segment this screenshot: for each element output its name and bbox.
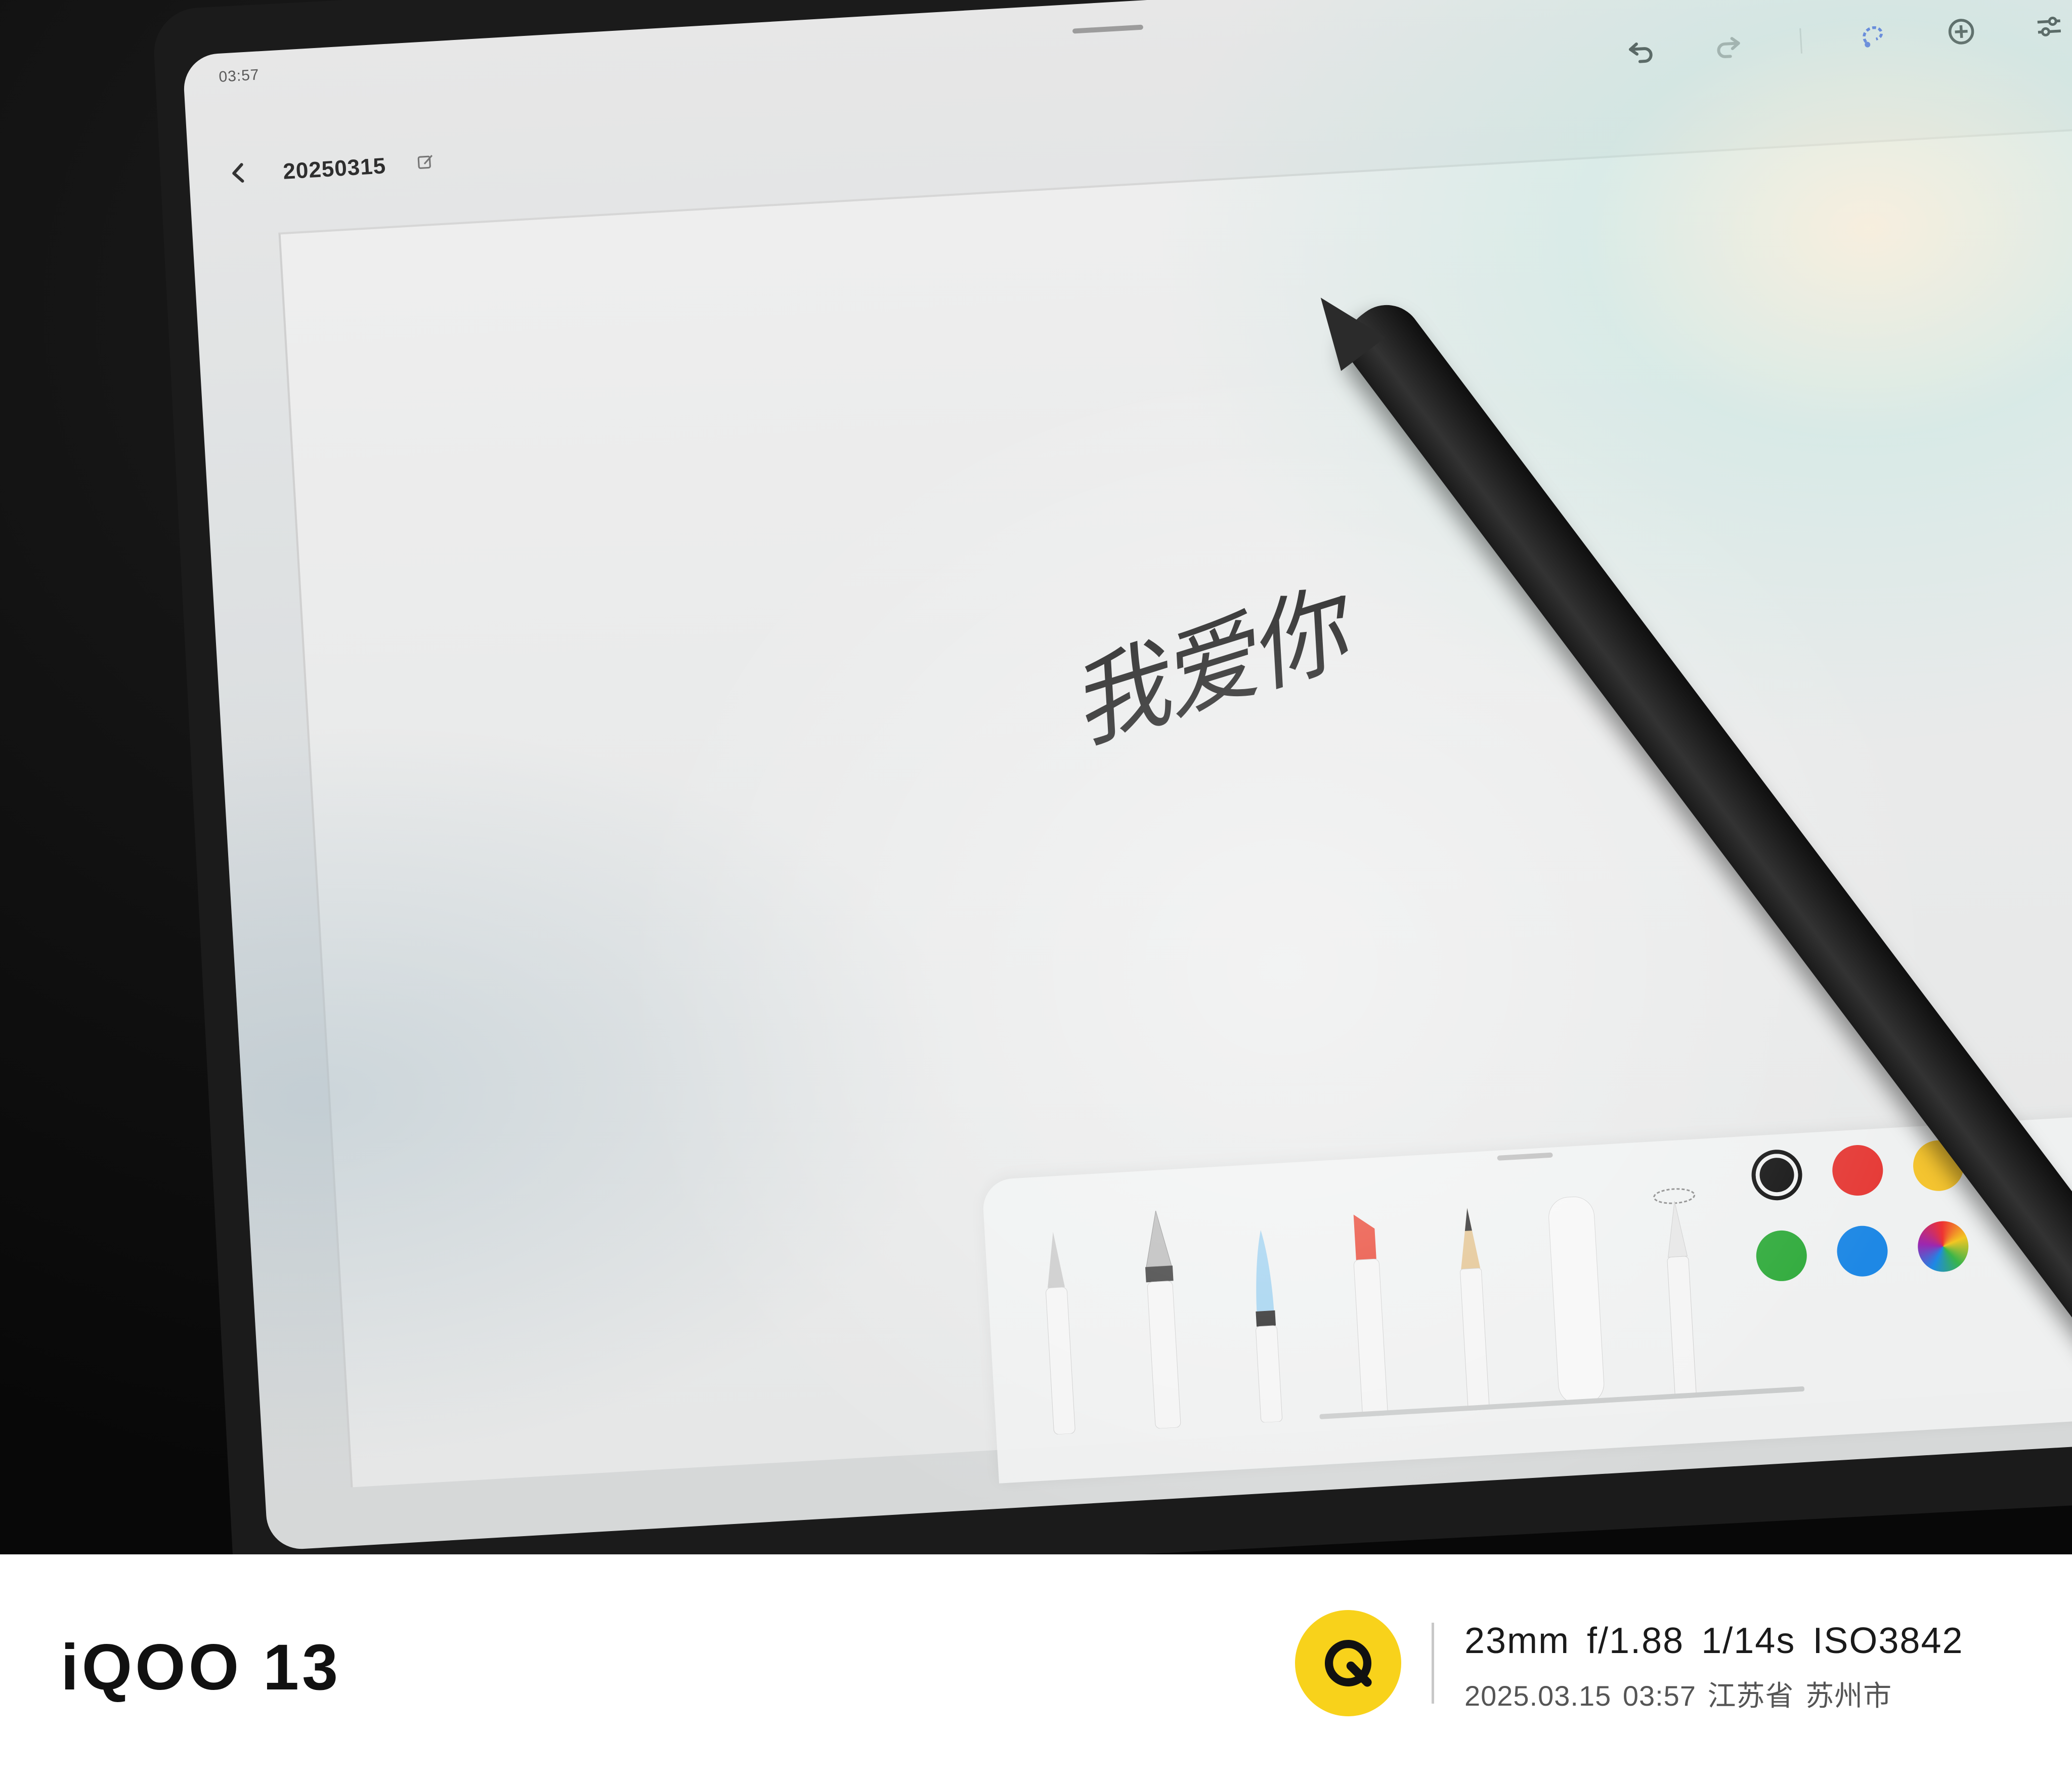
color-swatch-green[interactable] <box>1754 1229 1808 1283</box>
ballpoint-pen-tool[interactable] <box>1024 1210 1092 1436</box>
camera-brand-icon <box>1295 1610 1401 1716</box>
color-wheel-swatch[interactable] <box>1916 1219 1970 1274</box>
pen-tools <box>1024 1174 1713 1435</box>
photo: 03:57 20250315 我爱你 <box>0 0 2072 1554</box>
toolbar-separator <box>1799 28 1803 54</box>
status-time: 03:57 <box>218 66 260 86</box>
fountain-pen-tool[interactable] <box>1128 1204 1196 1430</box>
tablet-screen: 03:57 20250315 我爱你 <box>182 0 2072 1551</box>
lasso-tool[interactable] <box>1645 1174 1713 1400</box>
handwritten-text[interactable]: 我爱你 <box>1050 552 1358 768</box>
note-toolbar <box>1623 3 2067 74</box>
camera-watermark: iQOO 13 23mm f/1.88 1/14s ISO3842 2025.0… <box>0 1554 2072 1777</box>
note-title[interactable]: 20250315 <box>282 153 386 185</box>
datetime-location: 2025.03.15 03:57 江苏省 苏州市 <box>1464 1673 1892 1714</box>
chevron-left-icon[interactable] <box>224 158 253 190</box>
lasso-select-icon[interactable] <box>1857 20 1891 54</box>
window-drag-handle[interactable] <box>1072 24 1144 34</box>
color-palette <box>1750 1138 1970 1283</box>
color-swatch-blue[interactable] <box>1835 1224 1889 1278</box>
color-swatch-red[interactable] <box>1831 1144 1885 1197</box>
pen-toolbox-handle[interactable] <box>1497 1152 1553 1161</box>
undo-icon[interactable] <box>1623 33 1658 67</box>
capture-datetime: 2025.03.15 03:57 <box>1464 1680 1696 1712</box>
note-header: 20250315 <box>224 148 437 191</box>
capture-location: 江苏省 苏州市 <box>1707 1680 1892 1712</box>
color-swatch-black[interactable] <box>1750 1148 1804 1202</box>
pencil-tool[interactable] <box>1438 1186 1506 1412</box>
eraser-tool[interactable] <box>1542 1180 1610 1406</box>
pen-settings-icon[interactable] <box>2063 1131 2072 1171</box>
redo-icon[interactable] <box>1711 28 1746 62</box>
highlighter-tool[interactable] <box>1334 1192 1403 1418</box>
brush-pen-tool[interactable] <box>1231 1198 1300 1424</box>
settings-sliders-icon[interactable] <box>2032 10 2066 44</box>
brand-logo: iQOO 13 <box>61 1631 341 1704</box>
edit-title-icon[interactable] <box>416 152 436 175</box>
add-icon[interactable] <box>1944 15 1978 49</box>
exif-info: 23mm f/1.88 1/14s ISO3842 <box>1464 1621 1964 1661</box>
watermark-divider <box>1432 1623 1434 1704</box>
